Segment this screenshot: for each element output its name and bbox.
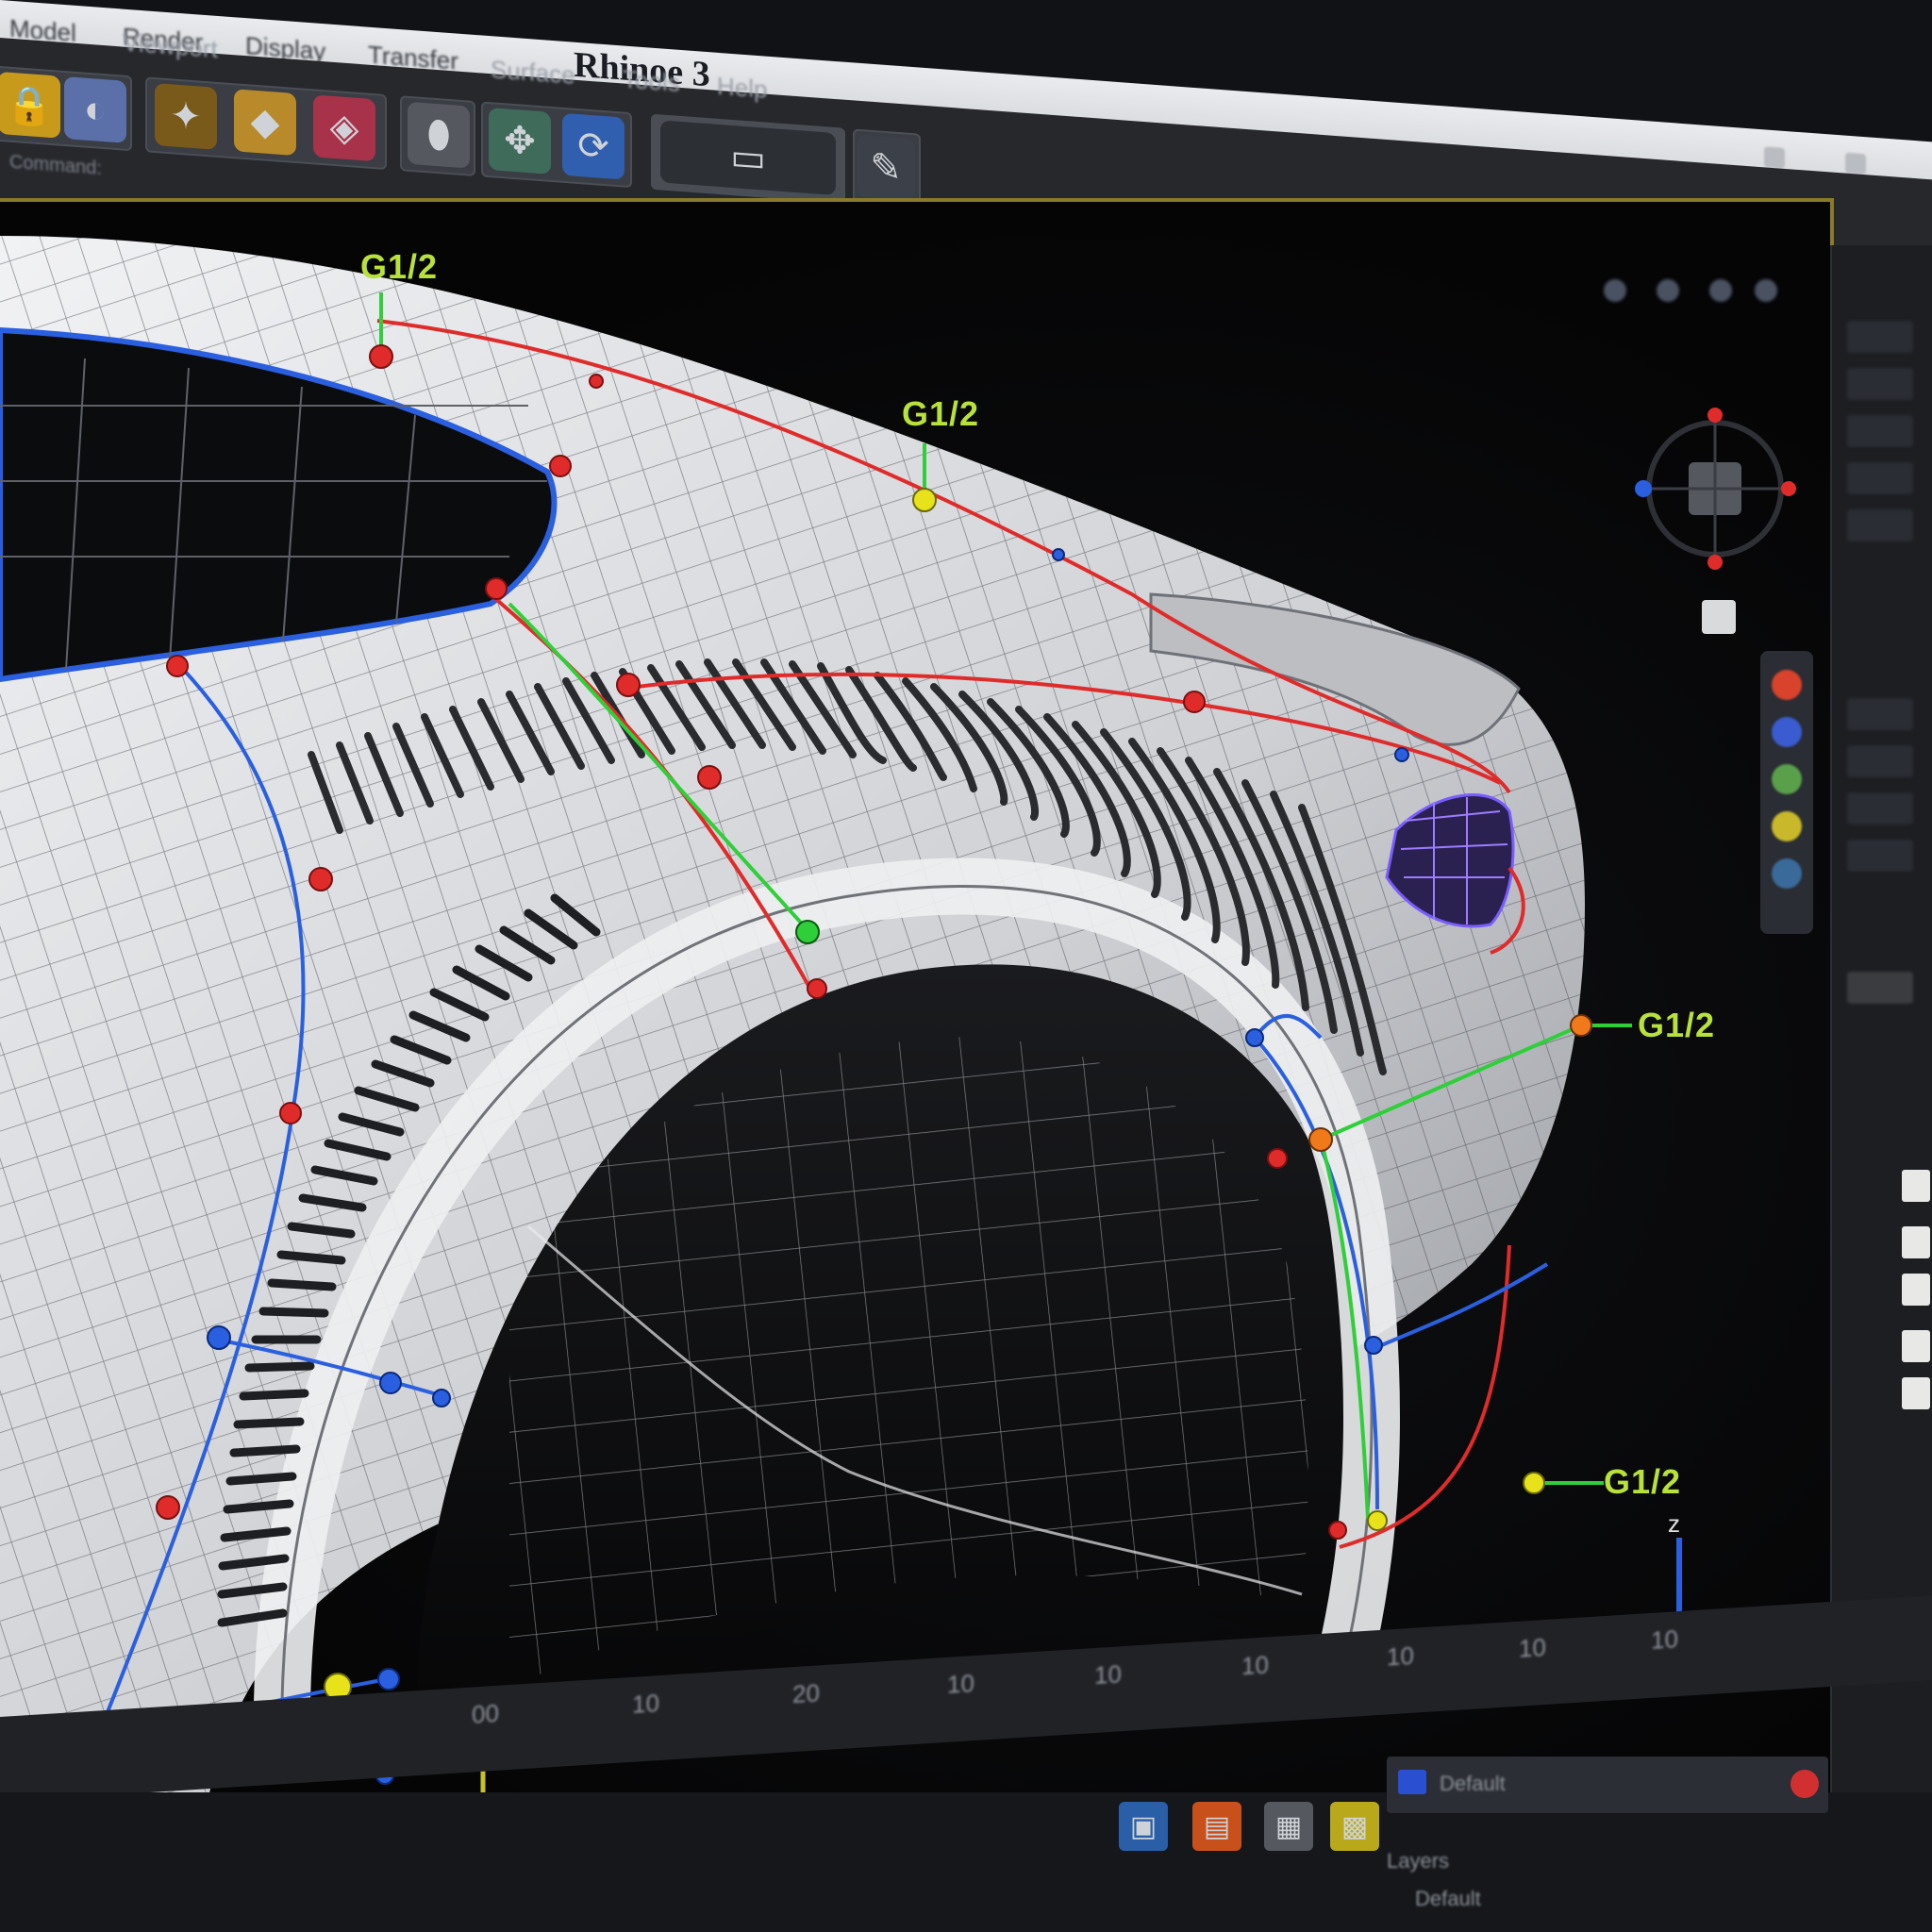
globe-icon[interactable]	[1772, 717, 1802, 747]
color-swatch[interactable]	[1902, 1274, 1930, 1306]
record-icon[interactable]	[1772, 670, 1802, 700]
camera-icon[interactable]	[1772, 858, 1802, 889]
timeline-tick: 10	[947, 1669, 974, 1699]
layer-field[interactable]: Default	[1387, 1757, 1828, 1813]
continuity-label: G1/2	[1638, 1006, 1716, 1044]
axis-label-z: z	[1668, 1509, 1680, 1538]
layer-icon[interactable]	[1772, 764, 1802, 794]
panel-row[interactable]	[1847, 368, 1913, 400]
rotate-view-icon[interactable]	[1709, 279, 1732, 302]
panel-row[interactable]	[1847, 840, 1913, 872]
color-swatch[interactable]	[1902, 1226, 1930, 1258]
record-button-icon[interactable]: ▤	[1192, 1802, 1241, 1851]
zoom-icon[interactable]	[1604, 279, 1626, 302]
close-icon[interactable]	[1790, 1770, 1819, 1798]
continuity-label: G1/2	[902, 394, 980, 433]
light-icon[interactable]	[1772, 811, 1802, 841]
color-swatch[interactable]	[1902, 1170, 1930, 1202]
panel-row[interactable]	[1847, 745, 1913, 777]
timeline-tick: 10	[1387, 1641, 1414, 1672]
panel-row[interactable]	[1847, 462, 1913, 494]
timeline-tick: 20	[792, 1678, 820, 1709]
color-swatch[interactable]	[1902, 1330, 1930, 1362]
timeline-tick: 10	[1519, 1632, 1546, 1663]
color-swatch[interactable]	[1902, 1377, 1930, 1409]
settings-icon[interactable]	[1755, 279, 1777, 302]
layer-color-icon	[1398, 1770, 1426, 1794]
panel-row[interactable]	[1847, 321, 1913, 353]
panel-row[interactable]	[1847, 972, 1913, 1004]
panel-label: Layers	[1387, 1849, 1450, 1873]
display-icon[interactable]: ▣	[1119, 1802, 1168, 1851]
viewport-tabs	[1604, 274, 1783, 311]
rhino-application: Model Render Display Transfer Rhinoe 3 V…	[0, 0, 1932, 1932]
continuity-label: G1/2	[360, 247, 439, 286]
timeline-tick: 00	[472, 1698, 499, 1729]
timeline-tick: 10	[1094, 1659, 1122, 1690]
object-label: Default	[1415, 1887, 1481, 1910]
timeline-tick: 10	[1241, 1650, 1269, 1681]
pan-icon[interactable]	[1657, 279, 1679, 302]
grid-icon[interactable]: ▦	[1264, 1802, 1313, 1851]
panel-row[interactable]	[1847, 792, 1913, 824]
layer-name: Default	[1440, 1772, 1506, 1795]
timeline-tick: 10	[632, 1689, 659, 1719]
view-navigator[interactable]	[1630, 404, 1800, 574]
panel-row[interactable]	[1847, 509, 1913, 541]
snap-toggle-icon[interactable]	[1702, 600, 1736, 634]
continuity-label: G1/2	[1604, 1462, 1682, 1501]
vertical-tool-strip	[1760, 651, 1813, 934]
panel-row[interactable]	[1847, 415, 1913, 447]
timeline-tick: 10	[1651, 1624, 1678, 1655]
panel-row[interactable]	[1847, 698, 1913, 730]
highlight-icon[interactable]: ▩	[1330, 1802, 1379, 1851]
status-bar: ▣ ▤ ▦ ▩ Layers Default	[0, 1792, 1932, 1932]
